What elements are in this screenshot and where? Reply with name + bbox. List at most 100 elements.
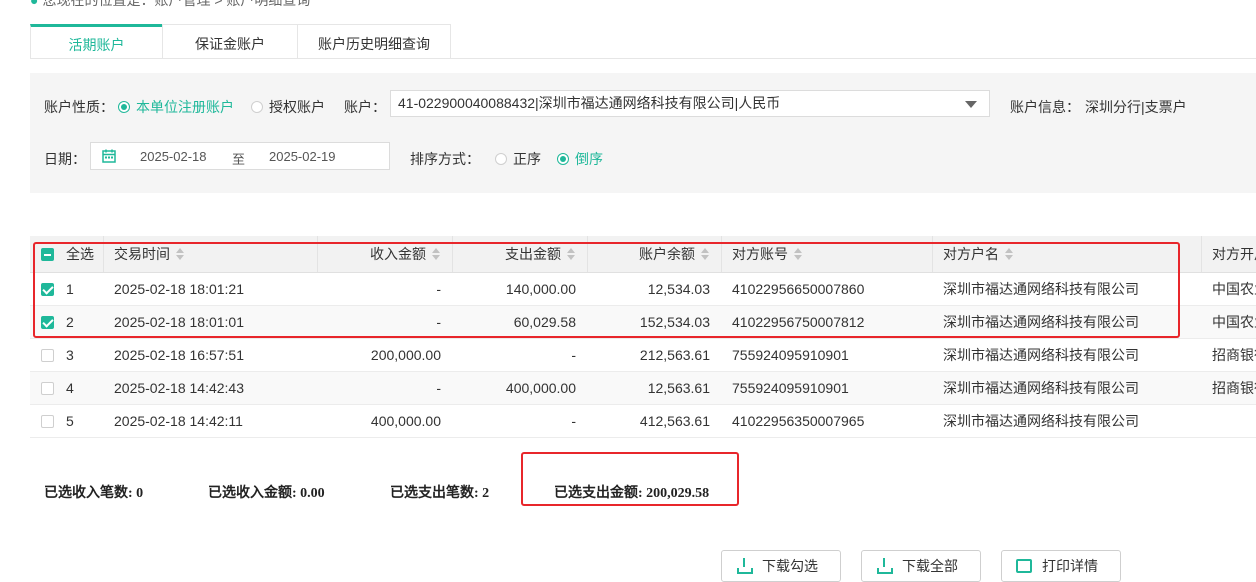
select-all-cell[interactable]: 全选 bbox=[30, 236, 104, 272]
select-all-checkbox[interactable] bbox=[41, 247, 54, 261]
download-selected-button[interactable]: 下载勾选 bbox=[721, 550, 841, 582]
cell-counter-name: 深圳市福达通网络科技有限公司 bbox=[943, 380, 1139, 396]
breadcrumb: ● 您现在的位置是：账户管理 > 账户明细查询 bbox=[30, 0, 310, 8]
sort-icon[interactable] bbox=[432, 248, 440, 260]
cell-counter-bank: 招商银行 bbox=[1212, 347, 1256, 363]
col-header-income[interactable]: 收入金额 bbox=[318, 236, 453, 272]
table-row[interactable]: 2 2025-02-18 18:01:01 - 60,029.58 152,53… bbox=[30, 306, 1256, 339]
account-type-label: 账户性质： bbox=[44, 99, 114, 115]
col-header-counter-account[interactable]: 对方账号 bbox=[722, 236, 933, 272]
radio-label: 授权账户 bbox=[269, 99, 325, 115]
cell-counter-name: 深圳市福达通网络科技有限公司 bbox=[943, 413, 1139, 429]
col-header-label: 对方户名 bbox=[943, 246, 999, 262]
row-index: 5 bbox=[66, 413, 74, 429]
row-checkbox[interactable] bbox=[41, 315, 54, 329]
date-label: 日期： bbox=[44, 151, 86, 167]
cell-time: 2025-02-18 14:42:43 bbox=[114, 380, 244, 396]
col-header-counter-name[interactable]: 对方户名 bbox=[933, 236, 1202, 272]
account-select[interactable]: 41-022900040088432|深圳市福达通网络科技有限公司|人民币 bbox=[390, 90, 990, 117]
radio-authorized-account[interactable]: 授权账户 bbox=[251, 97, 325, 117]
summary-income-amount: 已选收入金额: 0.00 bbox=[208, 486, 325, 501]
table-row[interactable]: 4 2025-02-18 14:42:43 - 400,000.00 12,56… bbox=[30, 372, 1256, 405]
cell-counter-bank: 招商银行 bbox=[1212, 380, 1256, 396]
location-pin-icon: ● bbox=[30, 0, 39, 8]
sort-label: 排序方式： bbox=[410, 151, 480, 167]
tab-deposit-account[interactable]: 保证金账户 bbox=[162, 24, 298, 58]
summary-expense-count: 已选支出笔数: 2 bbox=[390, 486, 490, 501]
download-all-button[interactable]: 下载全部 bbox=[861, 550, 981, 582]
col-header-expense[interactable]: 支出金额 bbox=[453, 236, 588, 272]
cell-counter-name: 深圳市福达通网络科技有限公司 bbox=[943, 347, 1139, 363]
row-select-cell[interactable]: 1 bbox=[30, 273, 104, 305]
row-index: 3 bbox=[66, 347, 74, 363]
date-separator: 至 bbox=[232, 152, 246, 167]
row-checkbox[interactable] bbox=[41, 282, 54, 296]
sort-icon[interactable] bbox=[1005, 248, 1013, 260]
radio-own-account[interactable]: 本单位注册账户 bbox=[118, 97, 234, 117]
table-row[interactable]: 5 2025-02-18 14:42:11 400,000.00 - 412,5… bbox=[30, 405, 1256, 438]
cell-balance: 12,534.03 bbox=[647, 281, 710, 297]
col-header-label: 对方开户行 bbox=[1212, 246, 1256, 262]
summary-income-count: 已选收入笔数: 0 bbox=[44, 486, 144, 501]
tab-divider bbox=[30, 58, 1256, 59]
cell-balance: 212,563.61 bbox=[639, 347, 710, 363]
date-from: 2025-02-18 bbox=[140, 149, 207, 164]
summary-expense-amount: 已选支出金额: 200,029.58 bbox=[554, 486, 710, 501]
table-row[interactable]: 3 2025-02-18 16:57:51 200,000.00 - 212,5… bbox=[30, 339, 1256, 372]
cell-time: 2025-02-18 16:57:51 bbox=[114, 347, 244, 363]
row-select-cell[interactable]: 3 bbox=[30, 339, 104, 371]
radio-sort-desc[interactable]: 倒序 bbox=[557, 149, 603, 169]
button-label: 下载勾选 bbox=[762, 558, 818, 574]
col-header-label: 账户余额 bbox=[639, 246, 695, 262]
cell-expense: - bbox=[571, 347, 576, 363]
cell-counter-name: 深圳市福达通网络科技有限公司 bbox=[943, 314, 1139, 330]
cell-expense: 140,000.00 bbox=[505, 281, 576, 297]
cell-expense: - bbox=[571, 413, 576, 429]
cell-counter-account: 755924095910901 bbox=[732, 380, 849, 396]
tab-current-account[interactable]: 活期账户 bbox=[30, 24, 163, 58]
row-checkbox[interactable] bbox=[41, 381, 54, 395]
cell-income: - bbox=[436, 380, 441, 396]
cell-counter-bank: 中国农业银行 bbox=[1212, 314, 1256, 330]
col-header-counter-bank[interactable]: 对方开户行 bbox=[1202, 236, 1256, 272]
cell-income: - bbox=[436, 314, 441, 330]
sort-icon[interactable] bbox=[701, 248, 709, 260]
radio-checked-icon bbox=[557, 153, 569, 165]
row-select-cell[interactable]: 2 bbox=[30, 306, 104, 338]
cell-income: 200,000.00 bbox=[370, 347, 441, 363]
tab-history-query[interactable]: 账户历史明细查询 bbox=[297, 24, 451, 58]
print-detail-button[interactable]: 打印详情 bbox=[1001, 550, 1121, 582]
row-select-cell[interactable]: 4 bbox=[30, 372, 104, 404]
account-label: 账户： bbox=[344, 99, 386, 115]
col-header-time[interactable]: 交易时间 bbox=[104, 236, 318, 272]
cell-time: 2025-02-18 18:01:01 bbox=[114, 314, 244, 330]
sort-icon[interactable] bbox=[176, 248, 184, 260]
row-checkbox[interactable] bbox=[41, 348, 54, 362]
row-index: 2 bbox=[66, 314, 74, 330]
cell-counter-account: 41022956350007965 bbox=[732, 413, 865, 429]
cell-expense: 400,000.00 bbox=[505, 380, 576, 396]
account-info-value: 深圳分行|支票户 bbox=[1085, 99, 1187, 115]
cell-income: - bbox=[436, 281, 441, 297]
button-label: 下载全部 bbox=[902, 558, 958, 574]
cell-counter-bank: 中国农业银行 bbox=[1212, 281, 1256, 297]
radio-sort-asc[interactable]: 正序 bbox=[495, 149, 541, 169]
col-header-balance[interactable]: 账户余额 bbox=[588, 236, 722, 272]
cell-counter-account: 755924095910901 bbox=[732, 347, 849, 363]
transaction-table: 全选 交易时间 收入金额 支出金额 账户余额 对方账号 对方户名 对方开户行 1… bbox=[30, 236, 1256, 438]
radio-unchecked-icon bbox=[495, 153, 507, 165]
row-checkbox[interactable] bbox=[41, 414, 54, 428]
date-to: 2025-02-19 bbox=[269, 149, 336, 164]
col-header-label: 收入金额 bbox=[370, 246, 426, 262]
cell-counter-account: 41022956750007812 bbox=[732, 314, 865, 330]
row-select-cell[interactable]: 5 bbox=[30, 405, 104, 437]
printer-icon bbox=[1016, 559, 1032, 573]
table-row[interactable]: 1 2025-02-18 18:01:21 - 140,000.00 12,53… bbox=[30, 273, 1256, 306]
col-header-label: 支出金额 bbox=[505, 246, 561, 262]
cell-income: 400,000.00 bbox=[370, 413, 441, 429]
radio-label: 倒序 bbox=[575, 151, 603, 167]
sort-icon[interactable] bbox=[794, 248, 802, 260]
sort-icon[interactable] bbox=[567, 248, 575, 260]
filter-panel: 账户性质： 本单位注册账户 授权账户 账户： 41-02290004008843… bbox=[30, 73, 1256, 193]
date-range-picker[interactable]: 2025-02-18 至 2025-02-19 bbox=[90, 142, 390, 170]
